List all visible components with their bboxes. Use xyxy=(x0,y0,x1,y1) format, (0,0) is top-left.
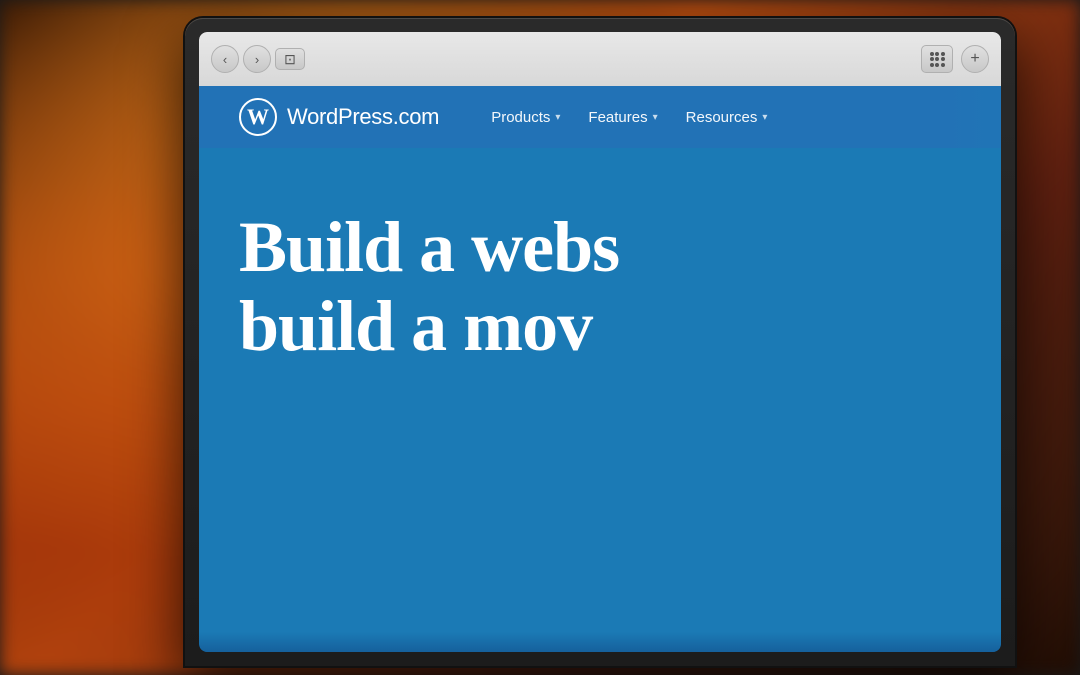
products-chevron-icon: ▾ xyxy=(555,112,560,123)
grid-icon xyxy=(930,52,945,67)
nav-item-products[interactable]: Products ▾ xyxy=(491,109,560,126)
features-chevron-icon: ▾ xyxy=(653,112,658,123)
back-button[interactable]: ‹ xyxy=(211,45,239,73)
laptop-shell: ‹ › ⊡ xyxy=(185,18,1015,666)
forward-button[interactable]: › xyxy=(243,45,271,73)
browser-tabs-right: + xyxy=(921,45,989,73)
nav-item-resources[interactable]: Resources ▾ xyxy=(686,109,768,126)
hero-line-1: Build a webs xyxy=(239,207,619,287)
resources-chevron-icon: ▾ xyxy=(762,112,767,123)
wp-logo-symbol: W xyxy=(247,104,269,130)
tab-view-button[interactable]: ⊡ xyxy=(275,48,305,70)
browser-chrome: ‹ › ⊡ xyxy=(199,32,1001,86)
tab-grid-button[interactable] xyxy=(921,45,953,73)
hero-title: Build a webs build a mov xyxy=(239,208,961,366)
wp-hero: Build a webs build a mov xyxy=(199,148,1001,366)
forward-icon: › xyxy=(255,52,259,67)
plus-icon: + xyxy=(970,50,979,68)
hero-line-2: build a mov xyxy=(239,287,961,366)
screen-bezel: ‹ › ⊡ xyxy=(199,32,1001,652)
wp-nav-links: Products ▾ Features ▾ Resources ▾ xyxy=(491,109,767,126)
wp-logo[interactable]: W WordPress.com xyxy=(239,98,439,136)
nav-products-label: Products xyxy=(491,109,550,126)
wp-logo-circle: W xyxy=(239,98,277,136)
bottom-cut-overlay xyxy=(199,632,1001,652)
website-content: W WordPress.com Products ▾ Features ▾ Re… xyxy=(199,86,1001,652)
browser-nav: ‹ › ⊡ xyxy=(211,45,305,73)
wp-logo-text: WordPress.com xyxy=(287,104,439,130)
back-icon: ‹ xyxy=(223,52,227,67)
new-tab-button[interactable]: + xyxy=(961,45,989,73)
nav-item-features[interactable]: Features ▾ xyxy=(588,109,657,126)
tab-icon: ⊡ xyxy=(284,51,296,68)
right-fade-overlay xyxy=(941,86,1001,652)
nav-features-label: Features xyxy=(588,109,647,126)
nav-resources-label: Resources xyxy=(686,109,758,126)
wp-navbar: W WordPress.com Products ▾ Features ▾ Re… xyxy=(199,86,1001,148)
